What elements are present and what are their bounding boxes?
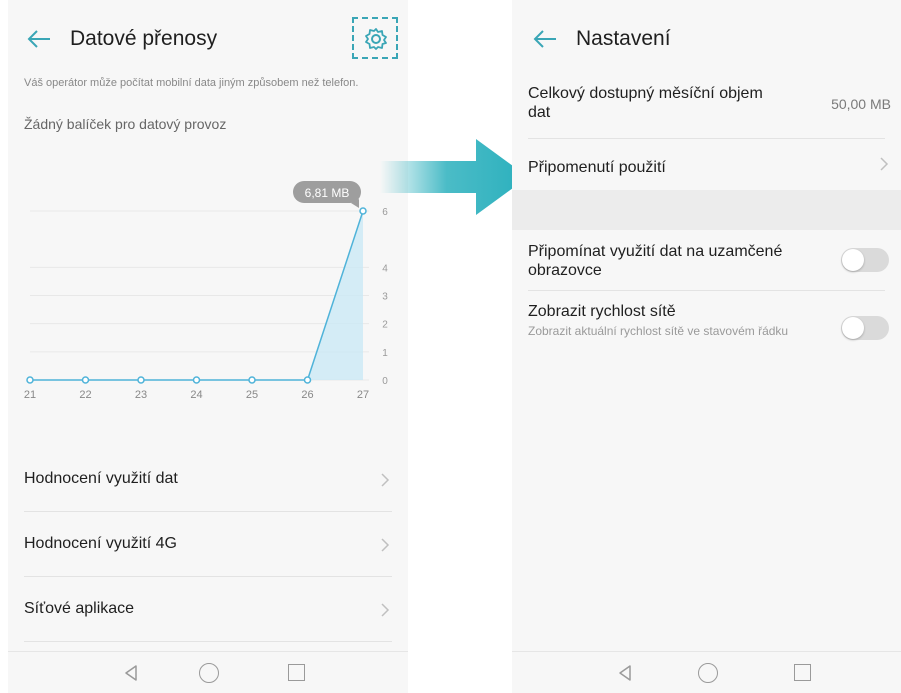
data-usage-screen: Datové přenosy Váš operátor může počítat…: [8, 0, 408, 693]
network-speed-sublabel: Zobrazit aktuální rychlost sítě ve stavo…: [528, 324, 789, 338]
usage-chart: 01234621 22 23 24 25 26 276,81 MB: [24, 181, 388, 401]
data-point: [26, 376, 34, 384]
nav-home-icon[interactable]: [199, 663, 219, 683]
x-tick-label: 27: [357, 389, 369, 401]
settings-button-highlight[interactable]: [352, 17, 398, 59]
y-tick-label: 1: [382, 348, 388, 359]
nav-recent-icon[interactable]: [794, 664, 811, 681]
y-tick-label: 4: [382, 263, 388, 274]
toggle-knob: [842, 249, 864, 271]
menu-item-label: Hodnocení využití 4G: [24, 535, 177, 552]
menu-item-4g-usage-rating[interactable]: Hodnocení využití 4G: [24, 513, 392, 577]
lockscreen-reminder-label: Připomínat využití dat na uzamčené obraz…: [528, 243, 783, 279]
page-title: Datové přenosy: [70, 27, 218, 50]
network-speed-setting: Zobrazit rychlost sítě Zobrazit aktuální…: [528, 302, 811, 338]
toggle-knob: [842, 317, 864, 339]
system-nav-bar: [8, 651, 408, 693]
chevron-right-icon: [381, 538, 390, 552]
monthly-limit-value: 50,00 MB: [831, 96, 891, 112]
menu-item-data-usage-rating[interactable]: Hodnocení využití dat: [24, 448, 392, 512]
usage-bubble-label: 6,81 MB: [305, 186, 350, 200]
app-bar: Nastavení: [512, 0, 901, 80]
data-point: [303, 376, 312, 384]
lockscreen-reminder-toggle[interactable]: [841, 248, 889, 272]
nav-recent-icon[interactable]: [288, 664, 305, 681]
y-tick-label: 0: [382, 376, 388, 387]
lockscreen-reminder-setting: Připomínat využití dat na uzamčené obraz…: [528, 242, 811, 280]
monthly-limit-label: Celkový dostupný měsíční objem dat: [528, 85, 763, 121]
settings-screen: Nastavení Celkový dostupný měsíční objem…: [512, 0, 901, 693]
x-tick-label: 22: [79, 389, 91, 401]
usage-reminder-setting[interactable]: Připomenutí použití: [528, 158, 885, 177]
app-bar: Datové přenosy: [8, 0, 408, 80]
usage-reminder-label: Připomenutí použití: [528, 159, 666, 176]
section-separator: [512, 190, 901, 230]
divider: [528, 138, 885, 139]
transition-arrow-icon: [380, 139, 528, 215]
x-tick-label: 24: [190, 389, 202, 401]
menu-item-network-apps[interactable]: Síťové aplikace: [24, 578, 392, 642]
x-tick-label: 25: [246, 389, 258, 401]
x-tick-label: 21: [24, 389, 36, 401]
network-speed-toggle[interactable]: [841, 316, 889, 340]
back-arrow-icon[interactable]: [26, 28, 52, 50]
data-point: [137, 376, 145, 384]
chevron-right-icon: [381, 473, 390, 487]
x-tick-label: 26: [301, 389, 313, 401]
data-point: [81, 376, 90, 384]
divider: [528, 290, 885, 291]
plan-status: Žádný balíček pro datový provoz: [24, 116, 227, 132]
back-arrow-icon[interactable]: [532, 28, 558, 50]
operator-note: Váš operátor může počítat mobilní data j…: [24, 77, 359, 89]
menu-item-label: Síťové aplikace: [24, 600, 135, 617]
menu-item-label: Hodnocení využití dat: [24, 470, 178, 487]
x-tick-label: 23: [135, 389, 147, 401]
system-nav-bar: [512, 651, 901, 693]
nav-back-icon[interactable]: [616, 664, 634, 682]
data-point: [359, 207, 367, 215]
page-title: Nastavení: [576, 27, 671, 50]
network-speed-label: Zobrazit rychlost sítě: [528, 303, 676, 320]
nav-back-icon[interactable]: [122, 664, 140, 682]
data-point: [248, 376, 256, 384]
gear-icon[interactable]: [364, 27, 388, 51]
nav-home-icon[interactable]: [698, 663, 718, 683]
y-tick-label: 3: [382, 292, 388, 303]
monthly-limit-setting[interactable]: Celkový dostupný měsíční objem dat: [528, 84, 781, 122]
chevron-right-icon: [880, 157, 889, 171]
data-point: [192, 376, 201, 384]
y-tick-label: 2: [382, 320, 388, 331]
chevron-right-icon: [381, 603, 390, 617]
